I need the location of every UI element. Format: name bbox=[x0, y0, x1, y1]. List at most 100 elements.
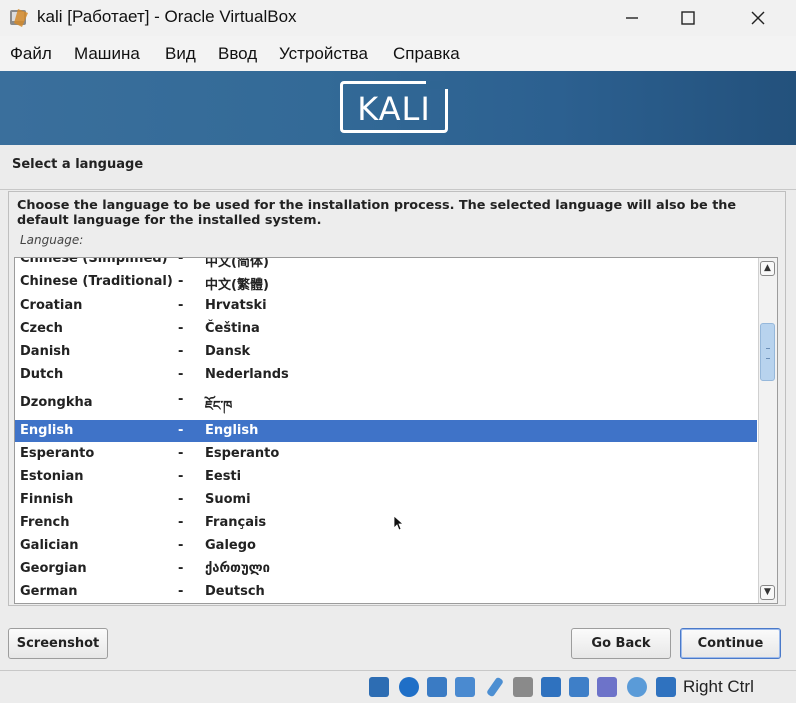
divider bbox=[0, 189, 796, 190]
close-icon bbox=[751, 11, 765, 25]
separator: - bbox=[178, 446, 184, 461]
menu-help[interactable]: Справка bbox=[393, 44, 460, 64]
list-item[interactable]: French - Français bbox=[15, 512, 757, 534]
scroll-down-button[interactable]: ▼ bbox=[760, 585, 775, 600]
language-native: Esperanto bbox=[205, 446, 280, 461]
list-item[interactable]: Czech - Čeština bbox=[15, 318, 757, 340]
vm-status-bar: Right Ctrl bbox=[0, 670, 796, 703]
language-native: Nederlands bbox=[205, 367, 289, 382]
go-back-button[interactable]: Go Back bbox=[571, 628, 671, 659]
maximize-icon bbox=[681, 11, 695, 25]
language-native: English bbox=[205, 423, 259, 438]
language-name: Esperanto bbox=[20, 446, 95, 461]
list-scrollbar[interactable]: ▲ ▼ bbox=[758, 258, 777, 603]
audio-icon[interactable] bbox=[427, 677, 447, 697]
close-button[interactable] bbox=[730, 0, 786, 36]
shared-folder-icon[interactable] bbox=[513, 677, 533, 697]
installer-content: Select a language Choose the language to… bbox=[0, 145, 796, 670]
list-item[interactable]: Danish - Dansk bbox=[15, 341, 757, 363]
keyboard-capture-icon[interactable] bbox=[656, 677, 676, 697]
optical-drive-icon[interactable] bbox=[399, 677, 419, 697]
host-key-label: Right Ctrl bbox=[683, 677, 754, 696]
screenshot-button[interactable]: Screenshot bbox=[8, 628, 108, 659]
language-native: 中文(简体) bbox=[205, 258, 269, 270]
list-item-selected[interactable]: English - English bbox=[15, 420, 757, 442]
list-item[interactable]: Georgian - ქართული bbox=[15, 558, 757, 580]
language-native: Hrvatski bbox=[205, 298, 267, 313]
list-item[interactable]: Croatian - Hrvatski bbox=[15, 295, 757, 317]
language-name: Estonian bbox=[20, 469, 84, 484]
language-name: Finnish bbox=[20, 492, 74, 507]
recording-icon[interactable] bbox=[569, 677, 589, 697]
separator: - bbox=[178, 344, 184, 359]
language-name: French bbox=[20, 515, 70, 530]
language-native: Français bbox=[205, 515, 267, 530]
menu-file[interactable]: Файл bbox=[10, 44, 52, 64]
separator: - bbox=[178, 515, 184, 530]
separator: - bbox=[178, 492, 184, 507]
list-item[interactable]: German - Deutsch bbox=[15, 581, 757, 603]
list-item[interactable]: Galician - Galego bbox=[15, 535, 757, 557]
list-item[interactable]: Dzongkha - ཇོང་ཁ bbox=[15, 389, 757, 419]
virtualization-icon[interactable] bbox=[597, 677, 617, 697]
hard-disk-icon[interactable] bbox=[369, 677, 389, 697]
usb-icon[interactable] bbox=[485, 676, 505, 698]
separator: - bbox=[178, 258, 184, 266]
language-native: 中文(繁體) bbox=[205, 278, 269, 293]
kali-logo-text: KALI bbox=[357, 90, 431, 128]
language-label: Language: bbox=[20, 233, 84, 247]
language-name: Dutch bbox=[20, 367, 64, 382]
scroll-up-button[interactable]: ▲ bbox=[760, 261, 775, 276]
separator: - bbox=[178, 584, 184, 599]
language-native: Eesti bbox=[205, 469, 242, 484]
separator: - bbox=[178, 469, 184, 484]
separator: - bbox=[178, 538, 184, 553]
scrollbar-thumb[interactable] bbox=[760, 323, 775, 381]
menu-devices[interactable]: Устройства bbox=[279, 44, 368, 64]
chevron-up-icon: ▲ bbox=[764, 263, 771, 273]
language-name: German bbox=[20, 584, 78, 599]
chevron-down-icon: ▼ bbox=[764, 587, 771, 597]
language-name: Dzongkha bbox=[20, 395, 93, 410]
mouse-cursor-icon bbox=[393, 515, 403, 531]
menu-bar: Файл Машина Вид Ввод Устройства Справка bbox=[0, 36, 796, 72]
menu-machine[interactable]: Машина bbox=[74, 44, 140, 64]
display-icon[interactable] bbox=[541, 677, 561, 697]
network-icon[interactable] bbox=[455, 677, 475, 697]
list-item[interactable]: Dutch - Nederlands bbox=[15, 364, 757, 386]
language-name: Danish bbox=[20, 344, 71, 359]
minimize-button[interactable] bbox=[604, 0, 660, 36]
menu-view[interactable]: Вид bbox=[165, 44, 196, 64]
language-name: Georgian bbox=[20, 561, 87, 576]
separator: - bbox=[178, 321, 184, 336]
language-name: Galician bbox=[20, 538, 79, 553]
language-native: ქართული bbox=[205, 561, 270, 576]
separator: - bbox=[178, 274, 184, 289]
language-native: Deutsch bbox=[205, 584, 265, 599]
language-name: Chinese (Traditional) bbox=[20, 274, 173, 289]
maximize-button[interactable] bbox=[660, 0, 716, 36]
list-item[interactable]: Chinese (Simplified) - 中文(简体) bbox=[15, 258, 757, 270]
list-item[interactable]: Estonian - Eesti bbox=[15, 466, 757, 488]
language-list[interactable]: Chinese (Simplified) - 中文(简体) Chinese (T… bbox=[14, 257, 778, 604]
kali-logo: KALI bbox=[340, 81, 448, 133]
minimize-icon bbox=[626, 17, 638, 19]
language-native: Galego bbox=[205, 538, 256, 553]
list-item[interactable]: Esperanto - Esperanto bbox=[15, 443, 757, 465]
menu-input[interactable]: Ввод bbox=[218, 44, 257, 64]
separator: - bbox=[178, 423, 184, 438]
grip-icon bbox=[766, 348, 770, 359]
kali-banner: KALI bbox=[0, 71, 796, 145]
language-name: Croatian bbox=[20, 298, 83, 313]
continue-button[interactable]: Continue bbox=[680, 628, 781, 659]
language-native: Suomi bbox=[205, 492, 251, 507]
separator: - bbox=[178, 561, 184, 576]
list-item[interactable]: Finnish - Suomi bbox=[15, 489, 757, 511]
list-item[interactable]: Chinese (Traditional) - 中文(繁體) bbox=[15, 271, 757, 293]
mouse-integration-icon[interactable] bbox=[627, 677, 647, 697]
window-title: kali [Работает] - Oracle VirtualBox bbox=[37, 7, 297, 26]
step-title: Select a language bbox=[12, 157, 144, 172]
separator: - bbox=[178, 367, 184, 382]
virtualbox-icon bbox=[10, 9, 28, 27]
language-panel: Choose the language to be used for the i… bbox=[8, 191, 786, 606]
